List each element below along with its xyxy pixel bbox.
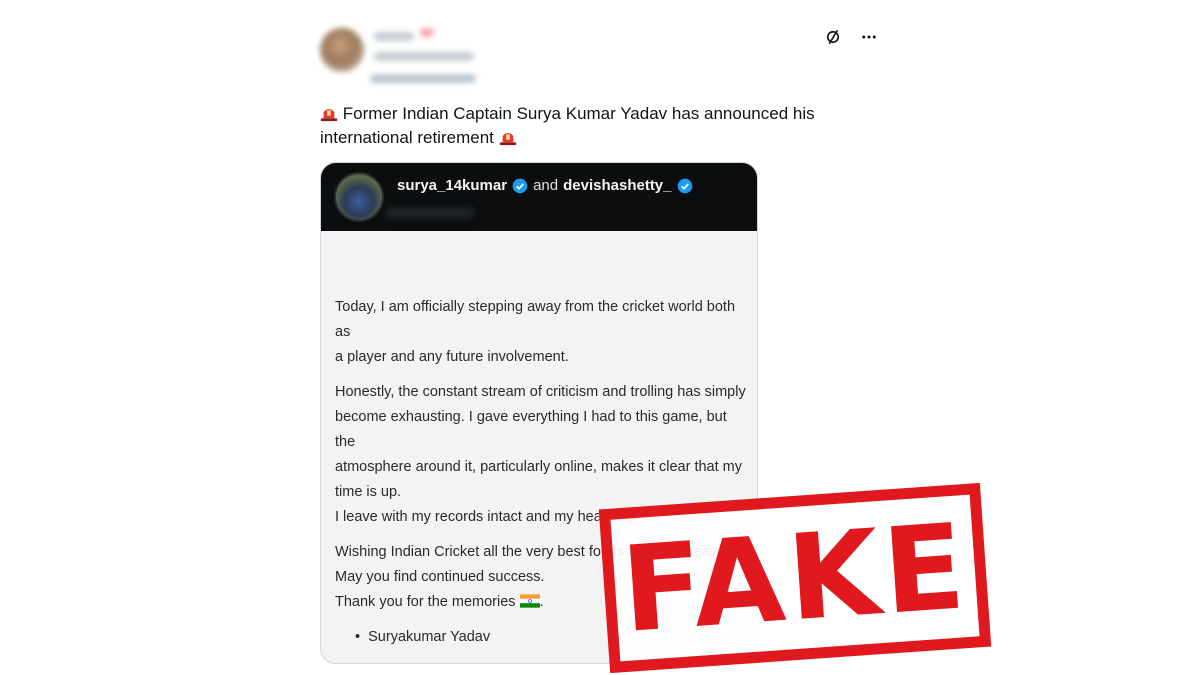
letter-line: a player and any future involvement.	[335, 349, 569, 365]
police-light-icon	[320, 108, 338, 122]
tweet-text: Former Indian Captain Surya Kumar Yadav …	[320, 102, 840, 150]
instagram-header: surya_14kumar and devishashetty_	[321, 163, 757, 231]
letter-line: Today, I am officially stepping away fro…	[335, 299, 736, 340]
more-icon[interactable]	[858, 26, 880, 48]
avatar[interactable]	[334, 172, 384, 222]
verified-badge-icon	[512, 178, 528, 193]
avatar[interactable]	[320, 28, 364, 72]
fake-stamp: FAKE	[598, 482, 992, 674]
username-2[interactable]: devishashetty_	[563, 177, 671, 194]
letter-line-period: .	[539, 594, 544, 610]
fake-stamp-text: FAKE	[617, 497, 973, 659]
verified-badge-icon	[677, 178, 692, 193]
india-flag-icon	[519, 594, 540, 608]
signature-text: Suryakumar Yadav	[368, 629, 491, 645]
tweet-actions	[822, 26, 880, 48]
collab-names: surya_14kumar and devishashetty_	[397, 177, 693, 194]
letter-line: Honestly, the constant stream of critici…	[335, 384, 746, 400]
connector-text: and	[533, 177, 559, 194]
letter-paragraph: Today, I am officially stepping away fro…	[335, 295, 750, 370]
letter-line-text: Thank you for the memories	[335, 594, 516, 610]
tweet-text-body: Former Indian Captain Surya Kumar Yadav …	[320, 104, 815, 147]
letter-line: become exhausting. I gave everything I h…	[335, 409, 727, 450]
author-info-redacted[interactable]	[320, 22, 490, 88]
letter-line: atmosphere around it, particularly onlin…	[335, 459, 742, 475]
police-light-icon	[499, 132, 516, 146]
mute-icon[interactable]	[822, 26, 844, 48]
username-1[interactable]: surya_14kumar	[397, 177, 507, 194]
letter-line: time is up.	[335, 484, 402, 500]
bullet: •	[355, 629, 361, 645]
